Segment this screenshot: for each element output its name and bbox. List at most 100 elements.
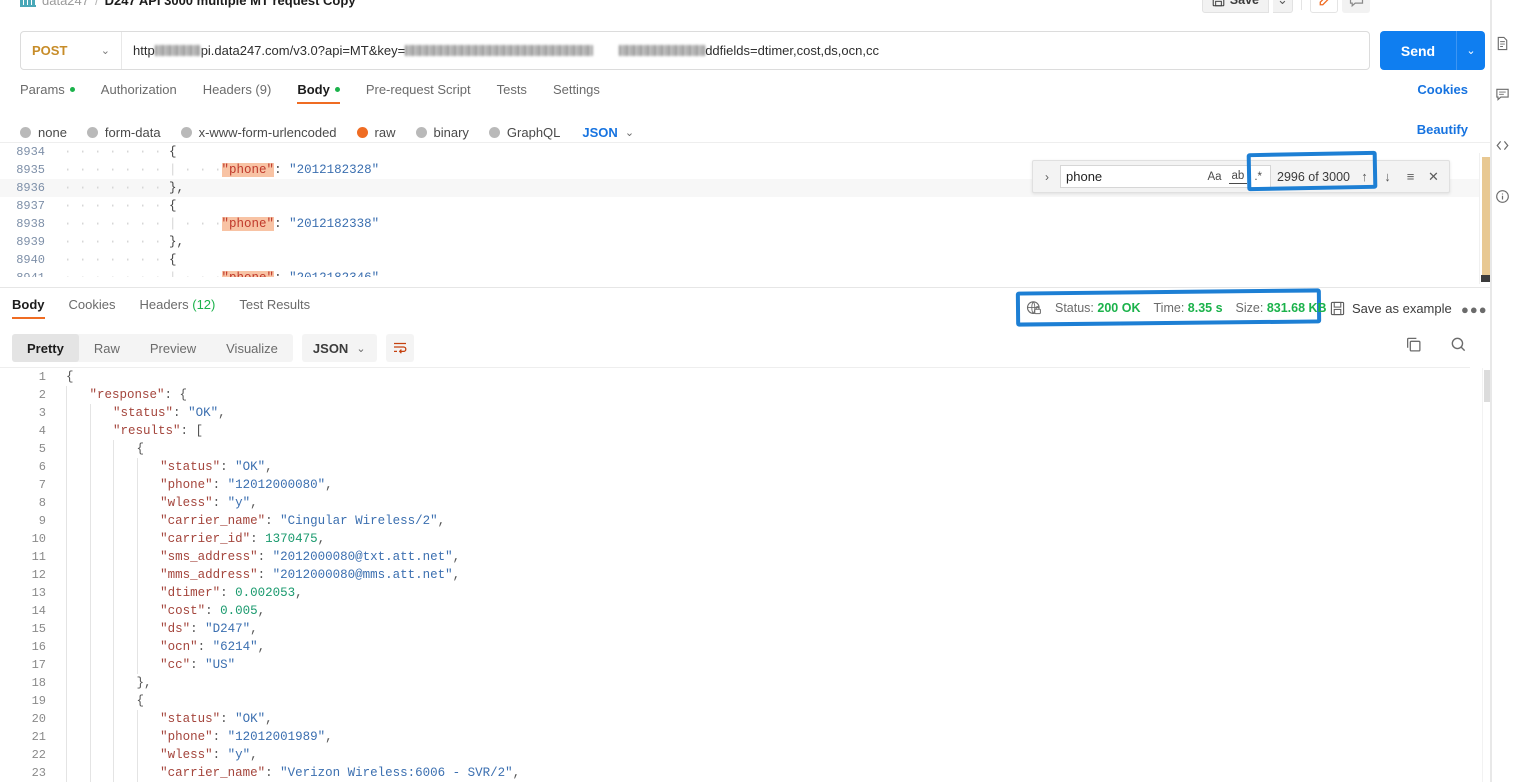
beautify-link[interactable]: Beautify [1417, 122, 1468, 137]
response-code-line[interactable]: 7 "phone": "12012000080", [0, 476, 1490, 494]
body-type-form-data-label: form-data [104, 124, 161, 140]
request-code-text: · · · · · · · }, [64, 181, 185, 195]
send-button[interactable]: Send [1380, 31, 1456, 70]
comment-icon [1496, 88, 1509, 101]
view-mode-pretty[interactable]: Pretty [12, 334, 79, 362]
http-method-select[interactable]: POST ⌄ [21, 32, 122, 69]
response-code-line[interactable]: 10 "carrier_id": 1370475, [0, 530, 1490, 548]
regex-toggle[interactable]: .* [1251, 170, 1265, 184]
radio-icon [86, 126, 98, 138]
tab-params-label: Params [20, 82, 65, 97]
word-wrap-button[interactable] [385, 334, 414, 362]
match-case-toggle[interactable]: Aa [1204, 170, 1224, 184]
line-number: 14 [31, 604, 46, 618]
response-code-text: { [66, 370, 74, 384]
panel-divider[interactable] [0, 287, 1490, 288]
response-tab-body[interactable]: Body [12, 297, 45, 319]
response-code-line[interactable]: 14 "cost": 0.005, [0, 602, 1490, 620]
whole-word-toggle[interactable]: ab [1228, 169, 1248, 184]
response-code-line[interactable]: 15 "ds": "D247", [0, 620, 1490, 638]
tab-headers[interactable]: Headers (9) [203, 82, 272, 104]
response-code-line[interactable]: 13 "dtimer": 0.002053, [0, 584, 1490, 602]
comment-button[interactable] [1342, 0, 1370, 13]
body-type-raw[interactable]: raw [356, 125, 396, 140]
view-mode-visualize[interactable]: Visualize [211, 334, 293, 362]
tab-params[interactable]: Params [20, 82, 75, 104]
request-code-line[interactable]: 8940 · · · · · · · { [0, 251, 1490, 269]
body-type-none[interactable]: none [20, 125, 67, 140]
response-code-line[interactable]: 8 "wless": "y", [0, 494, 1490, 512]
send-options-button[interactable]: ⌄ [1456, 31, 1485, 70]
tab-authorization[interactable]: Authorization [101, 82, 177, 104]
line-number: 23 [31, 766, 46, 780]
find-input[interactable]: phone [1066, 169, 1200, 184]
search-button[interactable] [1450, 336, 1467, 356]
response-code-line[interactable]: 19 { [0, 692, 1490, 710]
cookies-link[interactable]: Cookies [1417, 82, 1468, 97]
tab-pre-request-script[interactable]: Pre-request Script [366, 82, 471, 104]
view-mode-raw[interactable]: Raw [79, 334, 135, 362]
copy-button[interactable] [1405, 336, 1422, 356]
tab-tests[interactable]: Tests [497, 82, 527, 104]
body-type-form-data[interactable]: form-data [86, 124, 161, 140]
response-code-line[interactable]: 3 "status": "OK", [0, 404, 1490, 422]
response-more-options-button[interactable]: ●●● [1461, 302, 1488, 317]
find-input-wrap[interactable]: phone Aa ab .* [1060, 165, 1271, 188]
request-code-line[interactable]: 8934 · · · · · · · { [0, 143, 1490, 161]
response-code-line[interactable]: 9 "carrier_name": "Cingular Wireless/2", [0, 512, 1490, 530]
response-tab-test-results[interactable]: Test Results [239, 297, 310, 319]
close-icon[interactable]: ✕ [1425, 169, 1442, 185]
response-code-line[interactable]: 16 "ocn": "6214", [0, 638, 1490, 656]
response-code-text: "dtimer": 0.002053, [56, 584, 303, 602]
tab-body[interactable]: Body [297, 82, 340, 104]
response-code-line[interactable]: 6 "status": "OK", [0, 458, 1490, 476]
request-code-line[interactable]: 8938 · · · · · · · | · · ·"phone": "20121… [0, 215, 1490, 233]
info-button[interactable] [1493, 186, 1513, 206]
edit-button[interactable] [1310, 0, 1338, 13]
find-previous-icon[interactable]: ↑ [1356, 169, 1373, 184]
response-code-line[interactable]: 22 "wless": "y", [0, 746, 1490, 764]
response-code-line[interactable]: 20 "status": "OK", [0, 710, 1490, 728]
response-code-line[interactable]: 12 "mms_address": "2012000080@mms.att.ne… [0, 566, 1490, 584]
find-next-icon[interactable]: ↓ [1379, 169, 1396, 184]
response-code-line[interactable]: 21 "phone": "12012001989", [0, 728, 1490, 746]
line-number: 21 [31, 730, 46, 744]
view-mode-preview[interactable]: Preview [135, 334, 211, 362]
save-button[interactable]: Save [1201, 0, 1269, 13]
response-tab-cookies[interactable]: Cookies [69, 297, 116, 319]
body-type-urlencoded-label: x-www-form-urlencoded [198, 124, 337, 140]
response-code-line[interactable]: 18 }, [0, 674, 1490, 692]
code-snippet-button[interactable] [1493, 135, 1513, 155]
tab-settings[interactable]: Settings [553, 82, 600, 104]
response-code-line[interactable]: 1{ [0, 368, 1490, 386]
response-code-line[interactable]: 4 "results": [ [0, 422, 1490, 440]
response-code-line[interactable]: 11 "sms_address": "2012000080@txt.att.ne… [0, 548, 1490, 566]
url-input[interactable]: http pi.data247.com/v3.0?api=MT&key= ddfie… [122, 32, 1369, 69]
response-code-line[interactable]: 5 { [0, 440, 1490, 458]
response-format-select[interactable]: JSON ⌄ [301, 334, 377, 362]
documentation-button[interactable] [1493, 33, 1513, 53]
response-body-viewer[interactable]: 1{2 "response": {3 "status": "OK", 4 "res… [0, 368, 1490, 782]
body-type-binary[interactable]: binary [415, 125, 469, 140]
response-code-line[interactable]: 17 "cc": "US" [0, 656, 1490, 674]
response-code-line[interactable]: 2 "response": { [0, 386, 1490, 404]
save-as-example-button[interactable]: Save as example [1330, 299, 1452, 317]
response-tab-headers[interactable]: Headers (12) [139, 297, 215, 319]
save-dropdown-button[interactable]: ⌄ [1273, 0, 1293, 13]
request-code-line[interactable]: 8937 · · · · · · · { [0, 197, 1490, 215]
request-code-line[interactable]: 8941· · · · · · · | · · ·"phone": "20121… [0, 269, 1490, 277]
expand-search-icon[interactable]: › [1040, 170, 1054, 184]
response-code-line[interactable]: 23 "carrier_name": "Verizon Wireless:600… [0, 764, 1490, 782]
line-number: 9 [38, 514, 46, 528]
comments-button[interactable] [1493, 84, 1513, 104]
breadcrumb-collection[interactable]: data247 [42, 0, 89, 8]
body-type-urlencoded[interactable]: x-www-form-urlencoded [180, 124, 337, 140]
request-code-line[interactable]: 8939 · · · · · · · }, [0, 233, 1490, 251]
find-bar: › phone Aa ab .* 2996 of 3000 ↑ ↓ ≡ ✕ [1032, 160, 1450, 193]
url-prefix: http [133, 43, 155, 58]
line-number: 13 [31, 586, 46, 600]
line-number: 17 [31, 658, 46, 672]
find-in-selection-icon[interactable]: ≡ [1402, 169, 1419, 184]
request-format-select[interactable]: JSON ⌄ [582, 125, 634, 140]
body-type-graphql[interactable]: GraphQL [488, 125, 560, 140]
